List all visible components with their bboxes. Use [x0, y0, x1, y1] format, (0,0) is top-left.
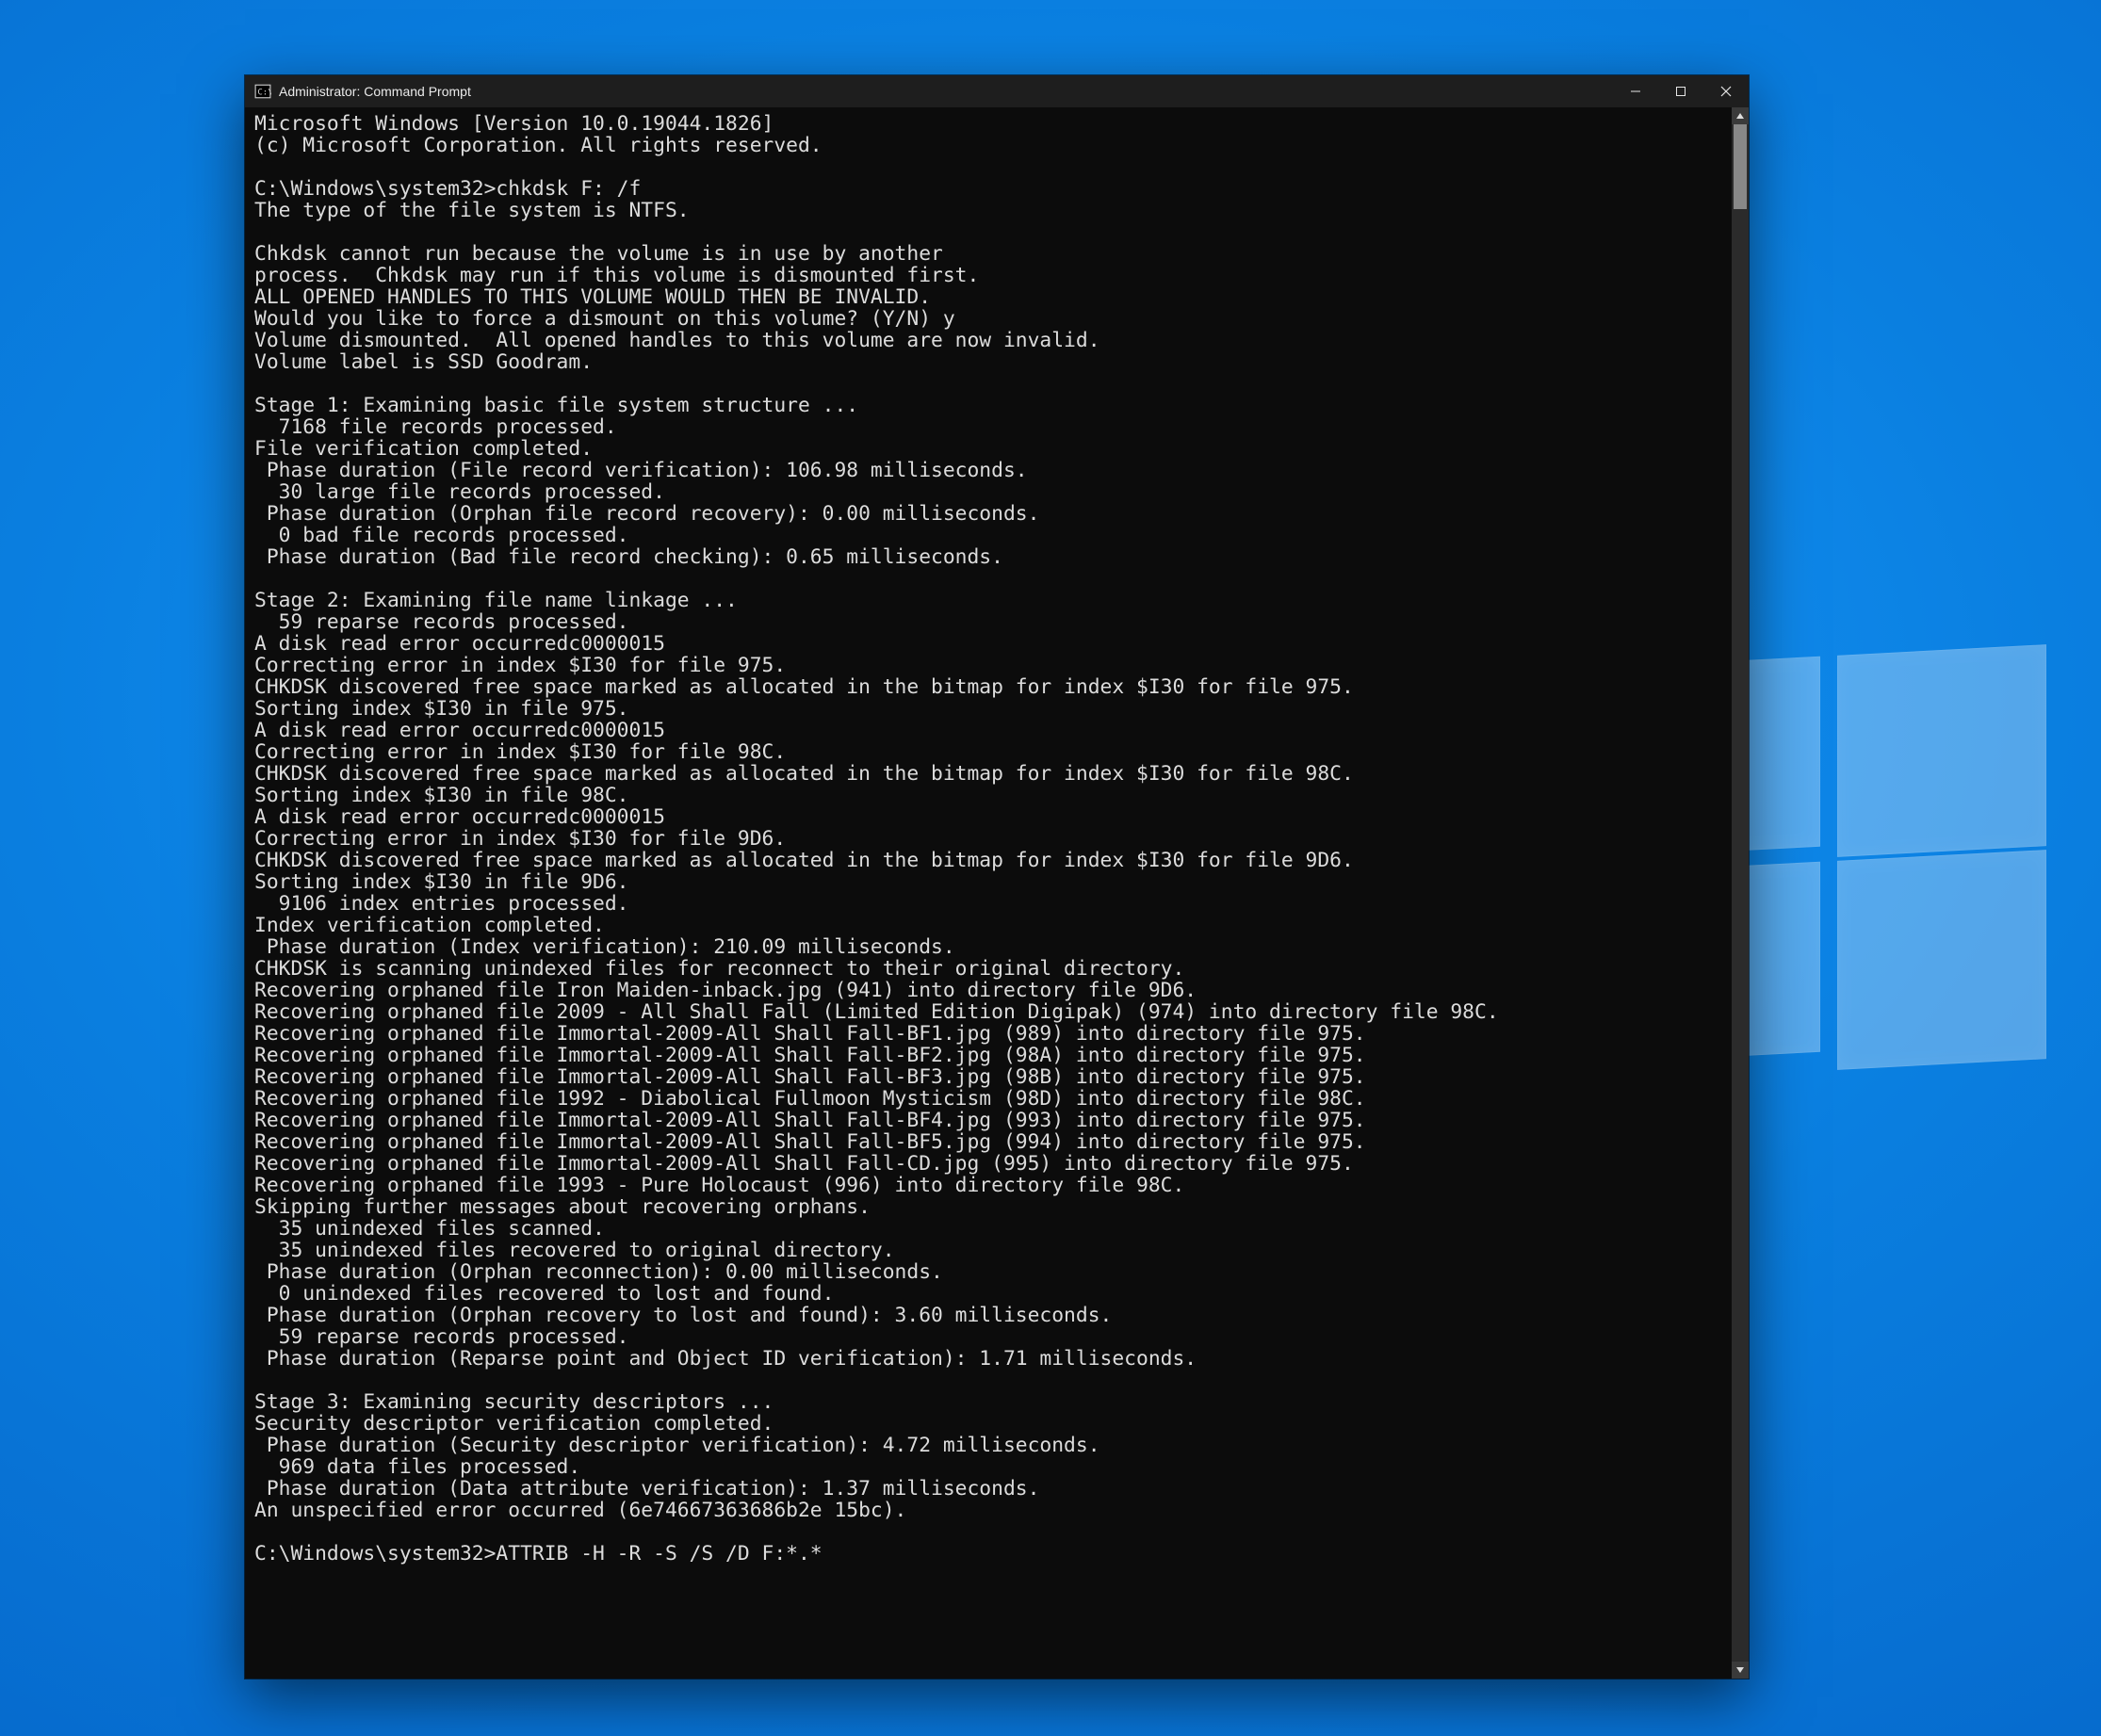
cmd-window: C:\ Administrator: Command Prompt Micros… [245, 75, 1749, 1679]
desktop: C:\ Administrator: Command Prompt Micros… [0, 0, 2101, 1736]
maximize-button[interactable] [1658, 75, 1703, 107]
titlebar[interactable]: C:\ Administrator: Command Prompt [245, 75, 1749, 107]
scroll-down-button[interactable] [1732, 1662, 1749, 1679]
scroll-thumb[interactable] [1734, 124, 1747, 209]
scroll-up-button[interactable] [1732, 107, 1749, 124]
svg-text:C:\: C:\ [257, 88, 271, 97]
close-button[interactable] [1703, 75, 1749, 107]
minimize-button[interactable] [1613, 75, 1658, 107]
terminal-output[interactable]: Microsoft Windows [Version 10.0.19044.18… [245, 107, 1732, 1679]
client-area: Microsoft Windows [Version 10.0.19044.18… [245, 107, 1749, 1679]
cmd-icon: C:\ [254, 83, 271, 100]
window-title: Administrator: Command Prompt [279, 84, 471, 99]
vertical-scrollbar[interactable] [1732, 107, 1749, 1679]
